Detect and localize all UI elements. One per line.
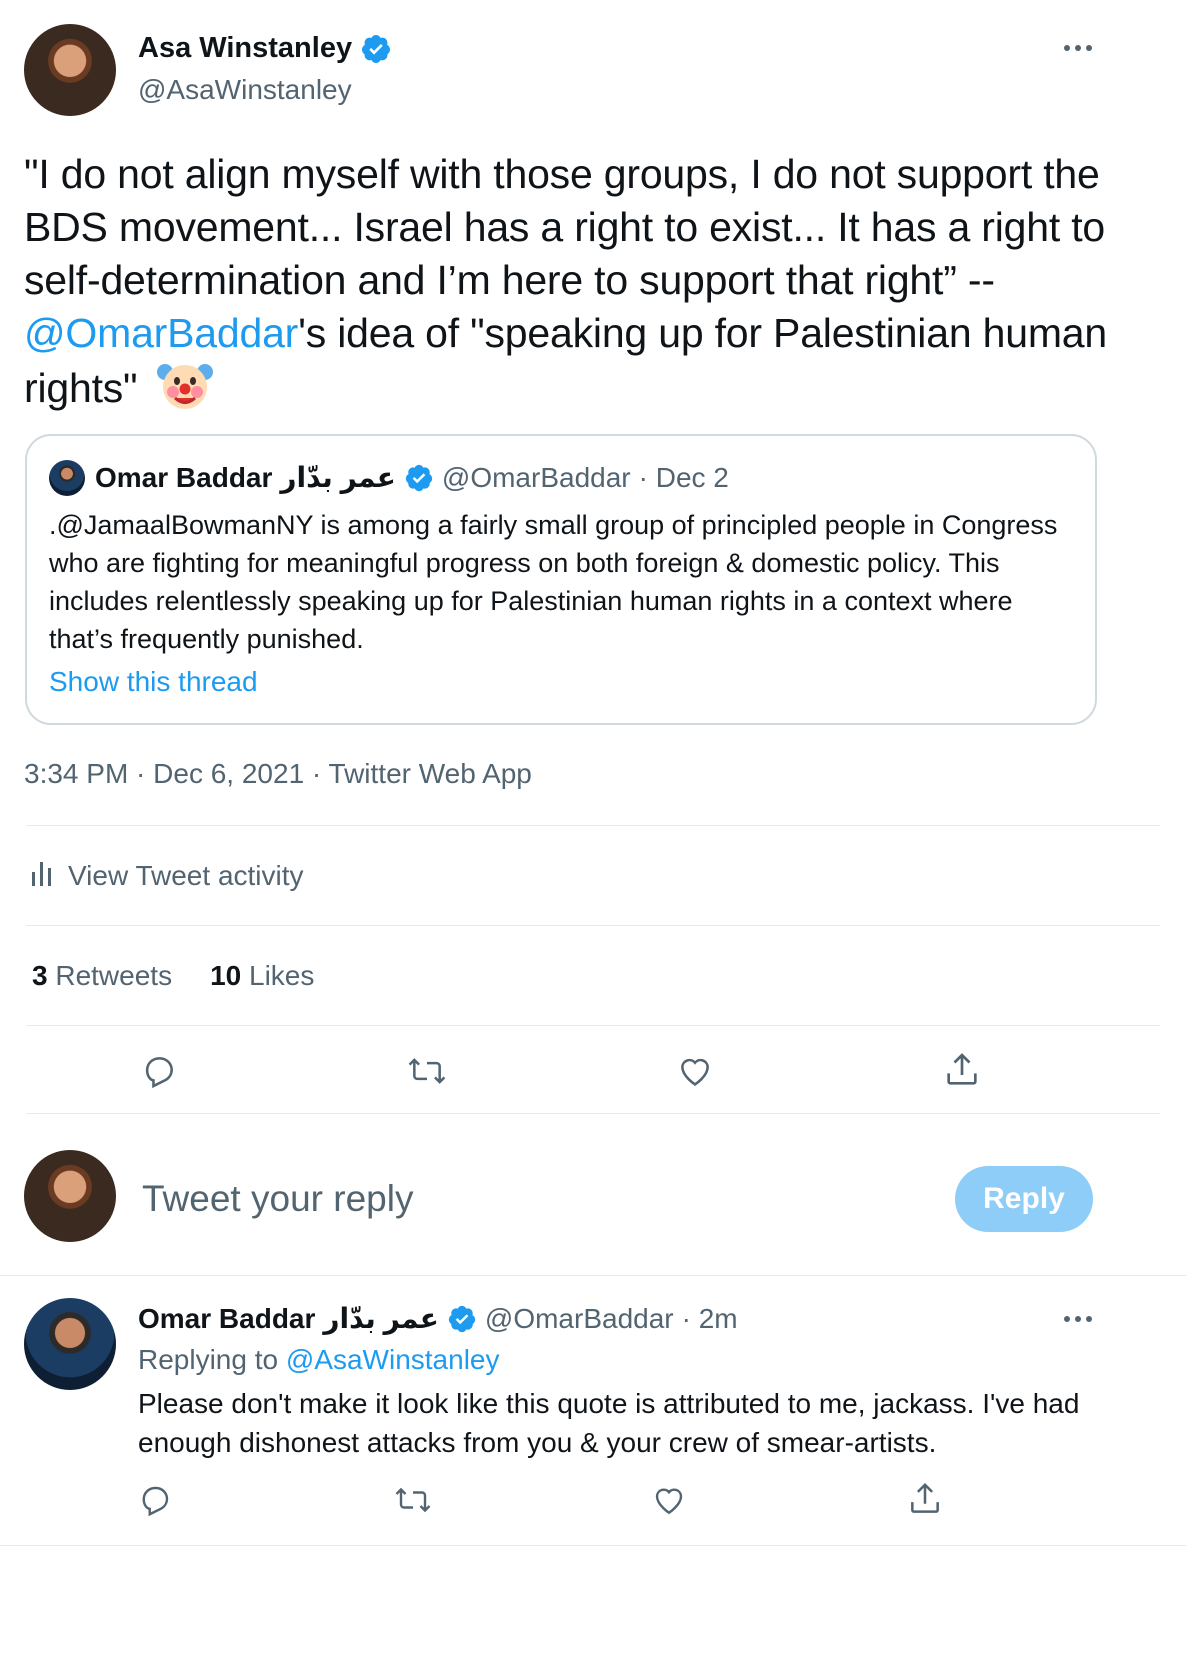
divider — [26, 825, 1160, 826]
likes-label: Likes — [249, 960, 315, 991]
verified-icon — [447, 1304, 477, 1334]
user-avatar[interactable] — [24, 1150, 116, 1242]
quoted-author-name[interactable]: Omar Baddar — [95, 462, 272, 494]
verified-icon — [404, 463, 434, 493]
replying-to-label: Replying to — [138, 1344, 279, 1375]
verified-icon — [360, 33, 392, 65]
divider — [0, 1275, 1186, 1276]
activity-label: View Tweet activity — [68, 859, 304, 891]
reply-author-handle[interactable]: @OmarBaddar — [485, 1303, 674, 1335]
reply-author-name-arabic[interactable]: عمر بدّار — [323, 1302, 439, 1335]
quoted-author-handle[interactable]: @OmarBaddar — [442, 462, 631, 494]
retweets-label: Retweets — [55, 960, 173, 991]
reply-time[interactable]: · 2m — [682, 1303, 738, 1335]
activity-icon — [30, 858, 54, 893]
replying-to: Replying to @AsaWinstanley — [138, 1344, 499, 1376]
quoted-date[interactable]: · Dec 2 — [639, 462, 729, 494]
replying-to-link[interactable]: @AsaWinstanley — [286, 1344, 500, 1375]
quoted-author-avatar[interactable] — [49, 460, 85, 496]
author-name[interactable]: Asa Winstanley — [138, 32, 352, 65]
retweet-icon[interactable] — [405, 1052, 449, 1090]
divider — [0, 1545, 1186, 1546]
clown-icon — [156, 360, 213, 423]
like-icon[interactable] — [650, 1482, 688, 1518]
quoted-text: .@JamaalBowmanNY is among a fairly small… — [49, 510, 1058, 654]
likes-stat[interactable]: 10 Likes — [210, 960, 314, 992]
reply-input[interactable]: Tweet your reply — [142, 1178, 922, 1220]
share-icon[interactable] — [942, 1050, 982, 1090]
retweet-icon[interactable] — [392, 1482, 434, 1518]
quoted-author-name-arabic[interactable]: عمر بدّار — [280, 461, 396, 494]
reply-author-avatar[interactable] — [24, 1298, 116, 1390]
tweet-text: "I do not align myself with those groups… — [24, 148, 1124, 423]
show-thread-link[interactable]: Show this thread — [49, 666, 258, 698]
share-icon[interactable] — [906, 1480, 944, 1518]
divider — [26, 1025, 1160, 1026]
author-handle[interactable]: @AsaWinstanley — [138, 74, 352, 106]
view-activity-button[interactable]: View Tweet activity — [30, 858, 304, 893]
divider — [26, 925, 1160, 926]
author-avatar[interactable] — [24, 24, 116, 116]
reply-button[interactable]: Reply — [955, 1166, 1093, 1232]
reply-author-name[interactable]: Omar Baddar — [138, 1303, 315, 1335]
reply-icon[interactable] — [137, 1482, 173, 1518]
tweet-timestamp[interactable]: 3:34 PM · Dec 6, 2021 · Twitter Web App — [24, 758, 532, 790]
reply-icon[interactable] — [140, 1052, 178, 1090]
more-icon[interactable] — [1064, 45, 1092, 51]
more-icon[interactable] — [1064, 1316, 1092, 1322]
reply-text: Please don't make it look like this quot… — [138, 1388, 1080, 1458]
divider — [26, 1113, 1160, 1114]
retweets-stat[interactable]: 3 Retweets — [32, 960, 172, 992]
likes-count: 10 — [210, 960, 242, 991]
tweet-text-part1: "I do not align myself with those groups… — [24, 151, 1106, 303]
retweets-count: 3 — [32, 960, 48, 991]
like-icon[interactable] — [675, 1052, 715, 1090]
mention-link[interactable]: @OmarBaddar — [24, 310, 298, 356]
